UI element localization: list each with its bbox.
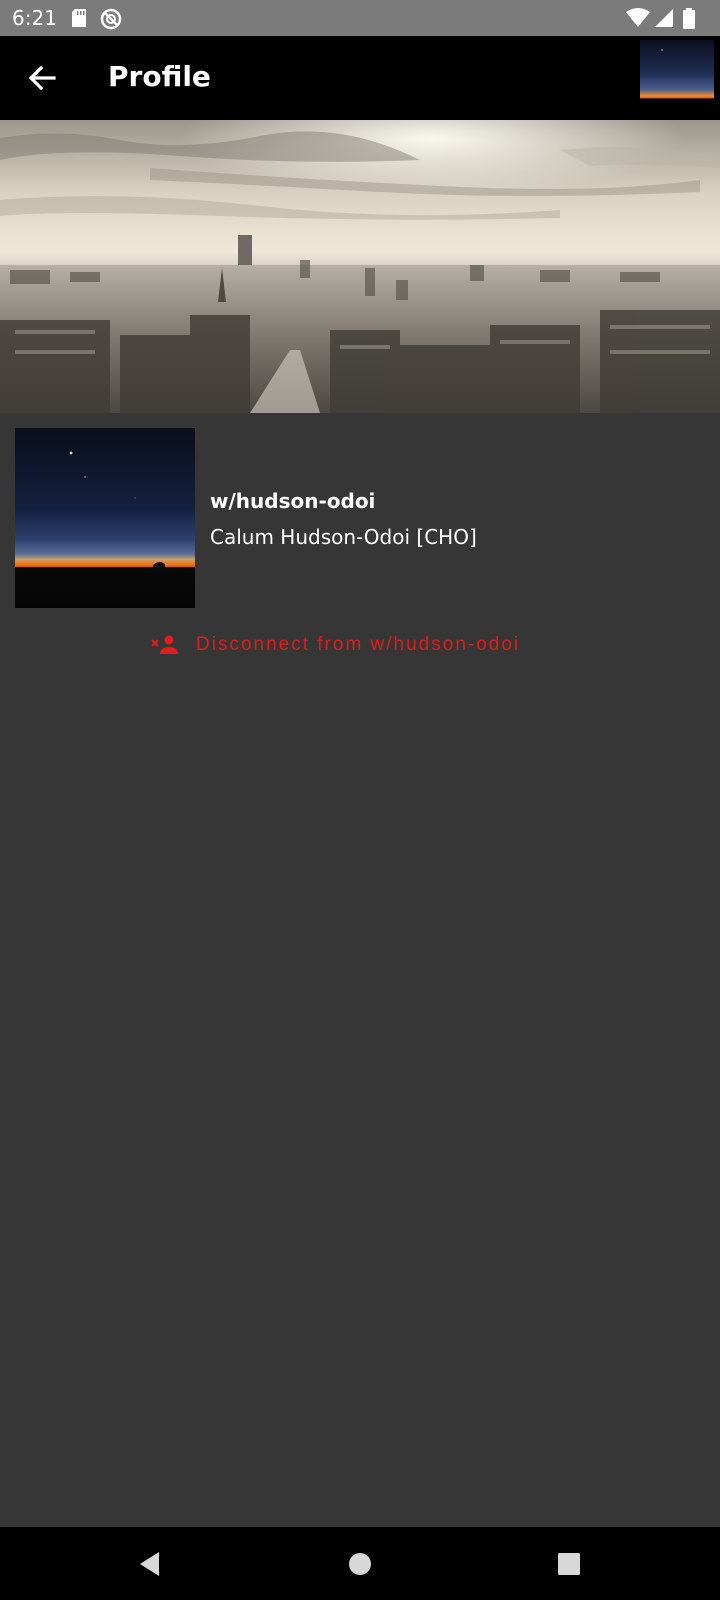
recents-square-icon[interactable] bbox=[554, 1549, 584, 1579]
toolbar-avatar[interactable] bbox=[640, 40, 714, 102]
page-title: Profile bbox=[108, 60, 211, 93]
wifi-icon bbox=[626, 8, 650, 27]
system-nav-bar bbox=[0, 1527, 720, 1600]
sd-card-icon bbox=[72, 9, 86, 27]
signal-icon bbox=[655, 9, 673, 27]
disconnect-label: Disconnect from w/hudson-odoi bbox=[196, 634, 521, 655]
no-sync-icon bbox=[100, 8, 122, 30]
profile-content: w/hudson-odoi Calum Hudson-Odoi [CHO] Di… bbox=[0, 413, 720, 1527]
back-triangle-icon[interactable] bbox=[135, 1549, 165, 1579]
profile-handle: w/hudson-odoi bbox=[210, 489, 376, 513]
home-circle-icon[interactable] bbox=[345, 1549, 375, 1579]
profile-banner-image bbox=[0, 120, 720, 413]
disconnect-button[interactable]: Disconnect from w/hudson-odoi bbox=[150, 625, 570, 665]
profile-avatar bbox=[15, 428, 195, 608]
arrow-left-icon[interactable] bbox=[22, 58, 62, 98]
status-bar: 6:21 bbox=[0, 0, 720, 36]
battery-icon bbox=[683, 8, 695, 29]
remove-person-icon bbox=[151, 635, 178, 654]
status-time: 6:21 bbox=[12, 6, 57, 30]
toolbar: Profile bbox=[0, 36, 720, 120]
profile-display-name: Calum Hudson-Odoi [CHO] bbox=[210, 525, 477, 549]
